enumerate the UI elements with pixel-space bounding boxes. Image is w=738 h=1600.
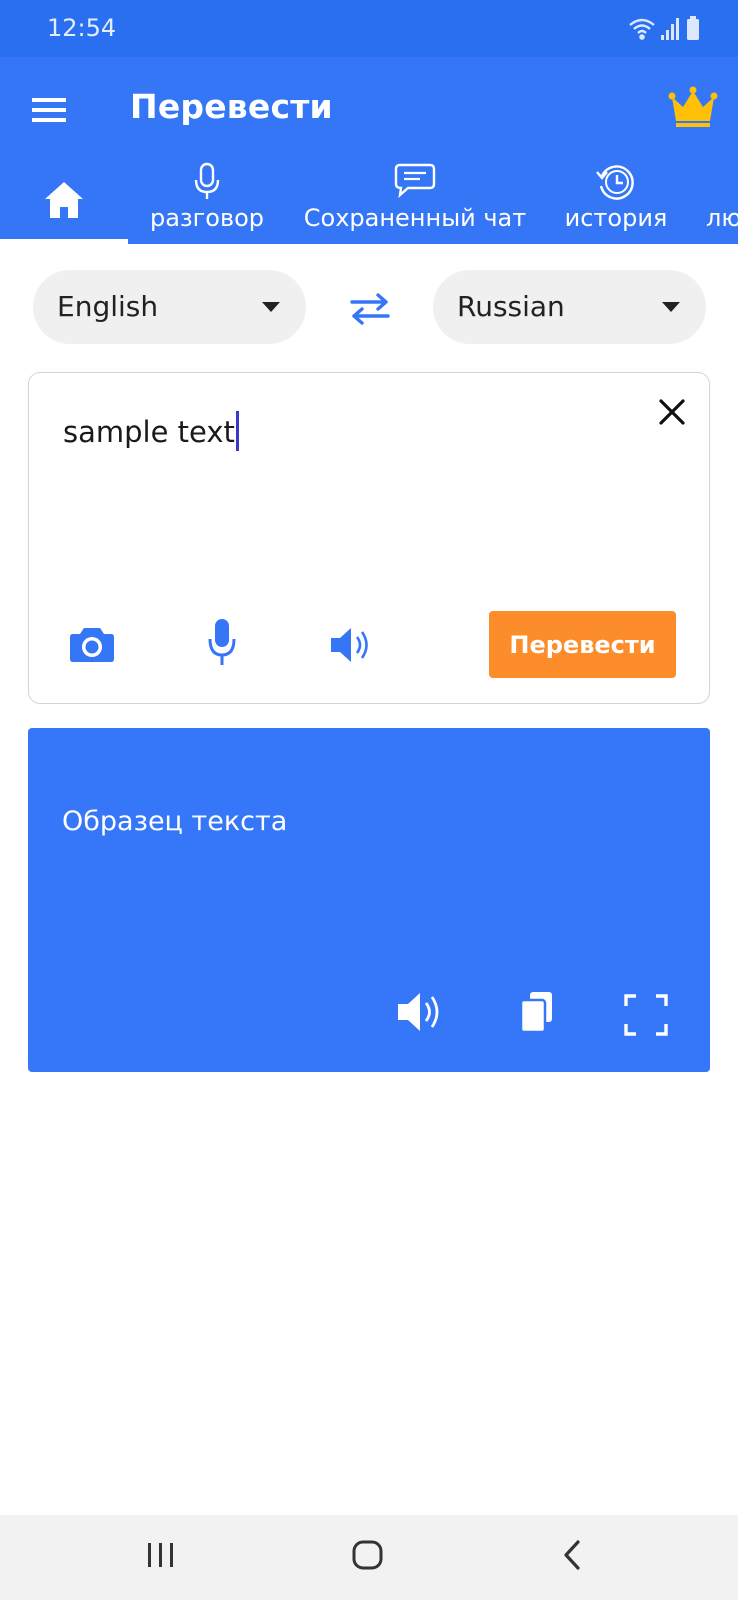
voice-input-button[interactable]: [207, 617, 237, 672]
battery-icon: [687, 16, 699, 40]
source-language-label: English: [57, 290, 159, 323]
tab-conversation[interactable]: разговор: [140, 162, 274, 244]
back-icon[interactable]: [558, 1537, 588, 1573]
translated-text: Образец текста: [62, 806, 288, 837]
speak-translation-button[interactable]: [396, 990, 446, 1039]
page-title: Перевести: [130, 87, 333, 126]
target-language-label: Russian: [457, 290, 565, 323]
tab-bar: разговор Сохраненный чат история лю: [0, 162, 738, 244]
tab-history-label: история: [564, 204, 668, 232]
wifi-icon: [629, 18, 655, 40]
recent-apps-icon[interactable]: [146, 1537, 176, 1573]
source-text-value: sample text: [63, 415, 235, 449]
text-cursor: [235, 411, 239, 451]
camera-button[interactable]: [69, 625, 115, 668]
home-icon: [45, 182, 83, 218]
translate-button[interactable]: Перевести: [489, 611, 676, 678]
history-icon: [596, 165, 634, 200]
tab-more[interactable]: лю: [706, 162, 738, 244]
app-bar: Перевести разговор Сохраненный чат истор…: [0, 57, 738, 244]
system-navigation-bar: [0, 1515, 738, 1600]
speak-source-button[interactable]: [329, 625, 375, 670]
input-card: sample text Перевести: [28, 372, 710, 704]
microphone-icon: [194, 162, 220, 199]
premium-button[interactable]: [668, 85, 718, 129]
menu-icon: [32, 98, 66, 122]
copy-button[interactable]: [518, 990, 554, 1039]
home-nav-icon[interactable]: [350, 1537, 386, 1573]
tab-conversation-label: разговор: [149, 204, 265, 232]
target-language-select[interactable]: Russian: [433, 270, 706, 344]
tab-saved-chat[interactable]: Сохраненный чат: [300, 162, 530, 244]
menu-button[interactable]: [26, 87, 74, 135]
copy-icon: [519, 992, 552, 1034]
dropdown-arrow-icon: [262, 302, 280, 312]
status-icons: [628, 14, 704, 49]
tab-saved-chat-label: Сохраненный чат: [303, 204, 527, 232]
tab-more-label: лю: [706, 204, 738, 232]
fullscreen-button[interactable]: [624, 994, 668, 1041]
tab-home[interactable]: [0, 162, 128, 244]
source-text-input[interactable]: sample text: [63, 411, 239, 451]
translation-output-card: Образец текста: [28, 728, 710, 1072]
tab-indicator: [0, 239, 128, 244]
chat-bubble-icon: [394, 163, 436, 198]
language-selector-row: English Russian: [0, 270, 738, 346]
microphone-icon: [208, 619, 236, 665]
status-time: 12:54: [47, 14, 117, 42]
speaker-icon: [398, 993, 439, 1031]
swap-languages-button[interactable]: [348, 290, 392, 326]
tab-history[interactable]: история: [556, 162, 676, 244]
swap-arrows-icon: [350, 293, 390, 325]
speaker-icon: [331, 628, 368, 662]
source-language-select[interactable]: English: [33, 270, 306, 344]
close-icon: [659, 399, 685, 425]
clear-text-button[interactable]: [657, 397, 687, 427]
camera-icon: [70, 628, 114, 662]
status-bar: 12:54: [0, 0, 738, 57]
dropdown-arrow-icon: [662, 302, 680, 312]
fullscreen-icon: [624, 994, 668, 1036]
signal-icon: [661, 18, 679, 40]
crown-icon: [668, 86, 718, 127]
